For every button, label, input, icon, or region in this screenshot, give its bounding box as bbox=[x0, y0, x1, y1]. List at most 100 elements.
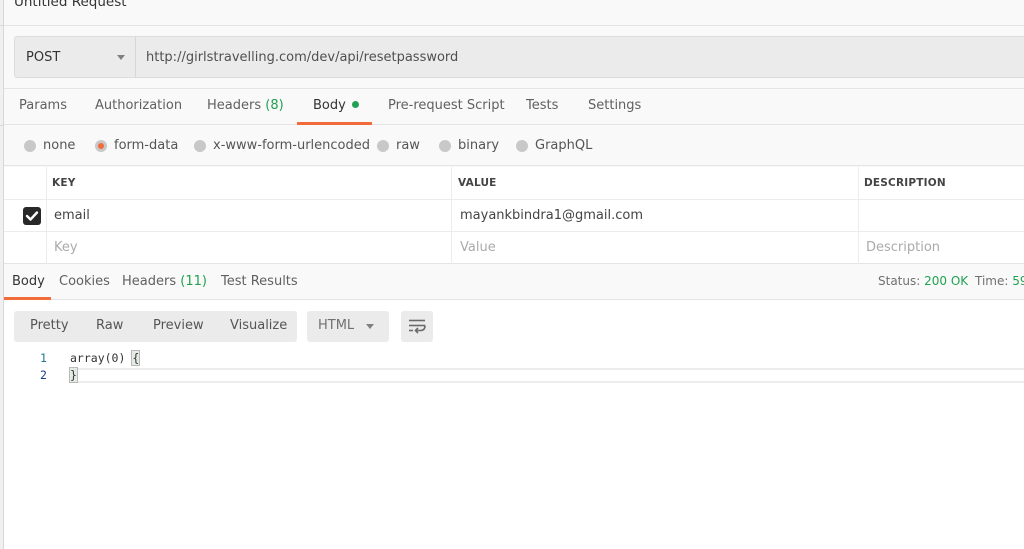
radio-label: GraphQL bbox=[535, 138, 593, 153]
tab-label: Settings bbox=[588, 98, 642, 113]
column-header-key: KEY bbox=[52, 177, 76, 189]
code-text: array(0) bbox=[70, 351, 133, 365]
response-time: Time: 59 bbox=[975, 265, 1024, 299]
sidebar-divider bbox=[0, 125, 4, 126]
wrap-lines-icon bbox=[409, 319, 426, 334]
chevron-down-icon bbox=[366, 324, 374, 329]
method-label: POST bbox=[26, 49, 61, 65]
tab-label: Params bbox=[19, 98, 67, 113]
radio-button-icon bbox=[377, 139, 389, 152]
tab-body[interactable]: Body bbox=[313, 89, 359, 124]
active-tab-underline bbox=[297, 122, 372, 125]
tab-label: Headers bbox=[207, 98, 262, 113]
radio-button-icon bbox=[439, 139, 451, 152]
response-tab-cookies[interactable]: Cookies bbox=[59, 265, 110, 299]
divider bbox=[4, 25, 1024, 26]
response-tab-body[interactable]: Body bbox=[12, 265, 45, 299]
code-editor[interactable]: 1 array(0) { 2 } bbox=[4, 350, 1024, 384]
line-text: } bbox=[69, 367, 78, 384]
chevron-down-icon bbox=[117, 55, 125, 60]
checkmark-icon bbox=[25, 211, 39, 221]
tab-tests[interactable]: Tests bbox=[526, 89, 558, 124]
radio-binary[interactable]: binary bbox=[439, 138, 499, 153]
table-row: email mayankbindra1@gmail.com bbox=[4, 200, 1024, 232]
radio-raw[interactable]: raw bbox=[377, 138, 420, 153]
new-description-input[interactable]: Description bbox=[866, 240, 940, 255]
radio-button-icon bbox=[194, 139, 206, 152]
format-select[interactable]: HTML bbox=[307, 311, 389, 342]
matched-bracket: } bbox=[69, 367, 78, 383]
request-tabs: Params Authorization Headers (8) Body Pr… bbox=[4, 89, 1024, 125]
status-value[interactable]: 200 OK bbox=[924, 274, 968, 288]
key-cell[interactable]: email bbox=[54, 208, 90, 223]
view-pretty-button[interactable]: Pretty bbox=[30, 311, 69, 342]
column-divider[interactable] bbox=[451, 167, 452, 264]
radio-form-data[interactable]: form-data bbox=[95, 138, 178, 153]
radio-label: form-data bbox=[114, 138, 179, 153]
radio-x-www-form-urlencoded[interactable]: x-www-form-urlencoded bbox=[194, 138, 370, 153]
column-divider bbox=[46, 167, 47, 264]
method-select[interactable]: POST bbox=[15, 37, 136, 77]
column-header-value: VALUE bbox=[458, 177, 497, 189]
tab-label: Body bbox=[313, 98, 346, 113]
tab-label: Pre-request Script bbox=[388, 98, 505, 113]
code-line: 2 } bbox=[4, 367, 1024, 384]
radio-button-icon bbox=[24, 139, 36, 152]
response-tab-headers[interactable]: Headers (11) bbox=[122, 265, 207, 299]
new-key-input[interactable]: Key bbox=[54, 240, 78, 255]
radio-label: none bbox=[43, 138, 76, 153]
tab-label: Authorization bbox=[95, 98, 183, 113]
table-row-new: Key Value Description bbox=[4, 232, 1024, 264]
column-header-description: DESCRIPTION bbox=[864, 177, 946, 189]
tab-label: Cookies bbox=[59, 274, 110, 289]
time-value[interactable]: 59 bbox=[1012, 274, 1024, 288]
tab-label: Tests bbox=[526, 98, 559, 113]
row-enabled-checkbox[interactable] bbox=[23, 207, 41, 225]
value-cell[interactable]: mayankbindra1@gmail.com bbox=[460, 208, 643, 223]
radio-label: x-www-form-urlencoded bbox=[213, 138, 371, 153]
tab-authorization[interactable]: Authorization bbox=[95, 89, 182, 124]
request-title[interactable]: Untitled Request bbox=[14, 0, 127, 10]
sidebar-divider bbox=[0, 25, 4, 26]
new-value-input[interactable]: Value bbox=[460, 240, 496, 255]
radio-label: raw bbox=[396, 138, 420, 153]
line-number: 2 bbox=[40, 368, 47, 382]
radio-none[interactable]: none bbox=[24, 138, 75, 153]
body-indicator-dot-icon bbox=[351, 101, 359, 108]
format-label: HTML bbox=[318, 318, 355, 333]
status-label: Status: bbox=[878, 274, 921, 288]
tab-params[interactable]: Params bbox=[19, 89, 67, 124]
radio-button-selected-icon bbox=[95, 139, 107, 152]
matched-bracket: { bbox=[131, 350, 141, 366]
view-preview-button[interactable]: Preview bbox=[153, 311, 204, 342]
response-body-panel: Pretty Raw Preview Visualize HTML 1 arra… bbox=[4, 300, 1024, 549]
wrap-lines-button[interactable] bbox=[401, 311, 433, 342]
tab-label: Headers bbox=[122, 274, 177, 289]
radio-button-icon bbox=[516, 139, 528, 152]
time-label: Time: bbox=[975, 274, 1009, 288]
current-line-highlight bbox=[78, 368, 1024, 383]
sidebar-edge bbox=[0, 0, 4, 549]
table-header-row: KEY VALUE DESCRIPTION bbox=[4, 167, 1024, 200]
headers-count: (11) bbox=[180, 274, 207, 289]
tab-label: Test Results bbox=[221, 274, 298, 289]
headers-count: (8) bbox=[265, 98, 284, 113]
radio-label: binary bbox=[458, 138, 500, 153]
response-tab-test-results[interactable]: Test Results bbox=[221, 265, 298, 299]
url-bar: POST http://girlstravelling.com/dev/api/… bbox=[14, 36, 1024, 78]
tab-label: Body bbox=[12, 274, 45, 289]
response-tabs: Body Cookies Headers (11) Test Results S… bbox=[4, 265, 1024, 300]
view-raw-button[interactable]: Raw bbox=[96, 311, 123, 342]
form-data-table: KEY VALUE DESCRIPTION email mayankbindra… bbox=[4, 167, 1024, 264]
view-visualize-button[interactable]: Visualize bbox=[230, 311, 287, 342]
tab-headers[interactable]: Headers (8) bbox=[207, 89, 284, 124]
response-status: Status: 200 OK bbox=[878, 265, 968, 299]
text-cursor bbox=[76, 367, 78, 381]
tab-settings[interactable]: Settings bbox=[588, 89, 641, 124]
code-line: 1 array(0) { bbox=[4, 350, 1024, 367]
url-input[interactable]: http://girlstravelling.com/dev/api/reset… bbox=[136, 37, 458, 77]
column-divider[interactable] bbox=[858, 167, 859, 264]
tab-pre-request-script[interactable]: Pre-request Script bbox=[388, 89, 505, 124]
radio-graphql[interactable]: GraphQL bbox=[516, 138, 592, 153]
view-mode-group: Pretty Raw Preview Visualize bbox=[14, 311, 297, 342]
